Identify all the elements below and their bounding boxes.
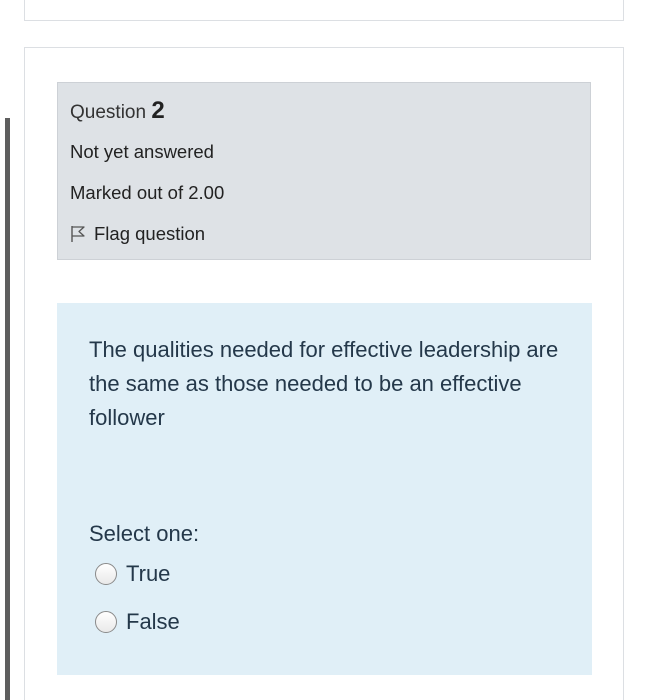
answer-option-false[interactable]: False bbox=[95, 609, 180, 635]
flag-question-label: Flag question bbox=[94, 223, 206, 244]
answer-prompt: Select one: bbox=[89, 521, 200, 546]
radio-icon[interactable] bbox=[95, 611, 117, 633]
previous-question-card bbox=[24, 0, 624, 21]
flag-icon bbox=[70, 225, 86, 243]
flag-question-link[interactable]: Flag question bbox=[70, 223, 205, 245]
question-info-panel: Question 2 Not yet answered Marked out o… bbox=[57, 82, 591, 260]
question-title: Question 2 bbox=[70, 97, 165, 125]
page-side-bar bbox=[5, 118, 10, 700]
question-state: Not yet answered bbox=[70, 141, 214, 162]
radio-icon[interactable] bbox=[95, 563, 117, 585]
question-grade: Marked out of 2.00 bbox=[70, 182, 225, 203]
question-content: The qualities needed for effective leade… bbox=[57, 303, 592, 675]
question-label: Question bbox=[70, 102, 147, 123]
question-number: 2 bbox=[151, 97, 165, 124]
question-text: The qualities needed for effective leade… bbox=[89, 337, 559, 430]
answer-option-label[interactable]: False bbox=[126, 609, 180, 635]
answer-option-label[interactable]: True bbox=[126, 561, 170, 587]
answer-option-true[interactable]: True bbox=[95, 561, 170, 587]
quiz-page: Question 2 Not yet answered Marked out o… bbox=[0, 0, 649, 700]
question-card: Question 2 Not yet answered Marked out o… bbox=[24, 47, 624, 700]
